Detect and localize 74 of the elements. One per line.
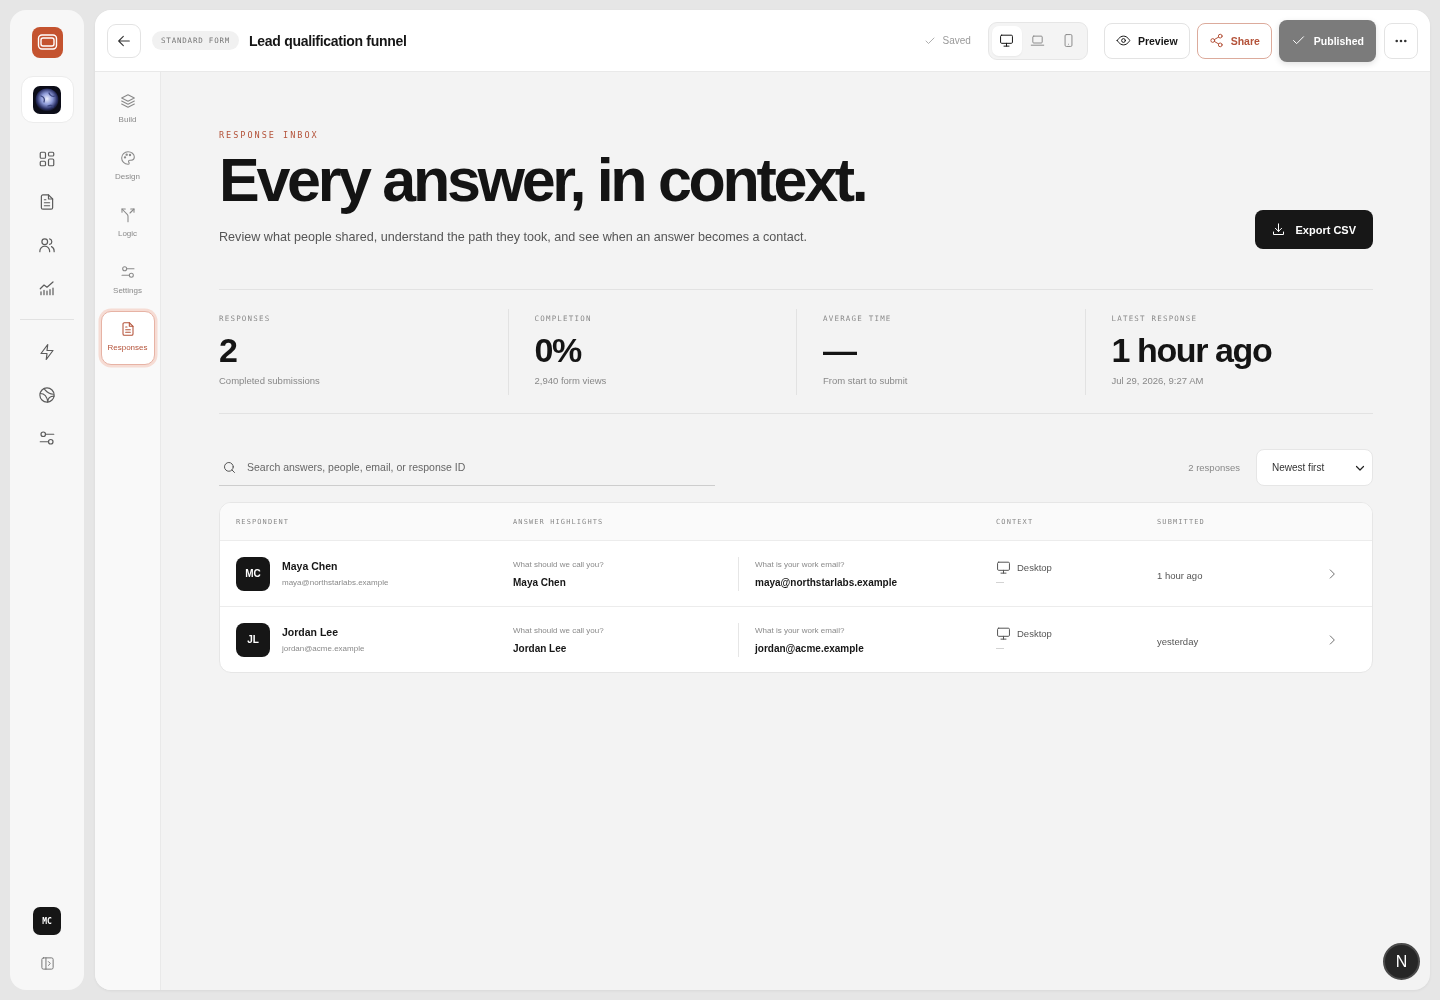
export-csv-button[interactable]: Export CSV (1255, 210, 1373, 249)
device-detail: — (996, 577, 1004, 587)
answer-text: Maya Chen (513, 575, 567, 589)
monitor-icon (996, 626, 1011, 641)
respondent-email: jordan@acme.example (282, 642, 365, 654)
question-label: What should we call you? (513, 624, 605, 636)
submitted-time: 1 hour ago (1157, 569, 1203, 581)
answer-text: jordan@acme.example (755, 641, 864, 655)
sidebar-toggle-icon[interactable] (39, 956, 55, 971)
question-label: What is your work email? (755, 558, 846, 570)
search-field[interactable]: Search answers, people, email, or response ID (219, 449, 715, 486)
respondent-email: maya@northstarlabs.example (282, 576, 389, 588)
stat-value: 2 (219, 331, 238, 369)
form-title: Lead qualification funnel (249, 32, 407, 49)
initials-avatar: JL (236, 622, 270, 657)
user-avatar[interactable]: MC (33, 907, 61, 935)
sliders-icon[interactable] (38, 429, 56, 447)
device-label: Desktop (1017, 562, 1052, 573)
question-label: What is your work email? (755, 624, 846, 636)
document-icon (119, 321, 136, 337)
monitor-icon (999, 33, 1015, 48)
back-button[interactable] (107, 23, 141, 58)
download-icon (1271, 222, 1287, 237)
search-icon (222, 460, 237, 475)
response-row[interactable]: MC Maya Chen maya@northstarlabs.example What should we call you? Maya Chen What is your work email? maya@northstarlabs.example Desktop — 1 hour ago (220, 541, 1372, 606)
more-icon (1395, 38, 1407, 43)
chart-icon[interactable] (38, 279, 56, 297)
response-count: 2 responses (1188, 462, 1240, 473)
stat-note: 2,940 form views (534, 374, 608, 388)
published-button[interactable]: Published (1278, 19, 1376, 62)
document-icon[interactable] (38, 193, 56, 211)
layers-icon (119, 93, 136, 109)
stat-value: — (823, 331, 858, 369)
planet-icon (33, 85, 61, 114)
stat-note: Jul 29, 2026, 9:27 AM (1111, 374, 1205, 388)
builder-nav-tab[interactable]: Design (100, 140, 155, 194)
save-status: Saved (942, 35, 971, 46)
device-label: Desktop (1017, 628, 1052, 639)
stat-value: 0% (534, 331, 583, 369)
response-row[interactable]: JL Jordan Lee jordan@acme.example What should we call you? Jordan Lee What is your work email? jordan@acme.example Desktop — yesterday (220, 606, 1372, 672)
stat-note: From start to submit (823, 374, 909, 388)
split-arrows-icon (119, 207, 136, 223)
stat-note: Completed submissions (219, 374, 321, 388)
share-button[interactable]: Share (1196, 22, 1272, 59)
grid-icon[interactable] (38, 150, 56, 168)
users-icon[interactable] (38, 236, 56, 254)
builder-nav-tab[interactable]: Logic (100, 197, 155, 251)
builder-nav-tab[interactable]: Settings (100, 254, 155, 308)
answer-text: Jordan Lee (513, 641, 568, 655)
page-subtitle: Review what people shared, understand the path they took, and see when an answer becomes a contact. (219, 229, 809, 246)
palette-icon (119, 150, 136, 166)
respondent-name: Jordan Lee (282, 625, 340, 639)
workspace-button[interactable] (20, 76, 74, 123)
stat-value: 1 hour ago (1111, 331, 1273, 369)
section-eyebrow: RESPONSE INBOX (219, 129, 320, 141)
preview-button[interactable]: Preview (1103, 22, 1190, 59)
share-icon (1208, 33, 1224, 48)
device-mode-button[interactable] (991, 25, 1022, 56)
question-label: What should we call you? (513, 558, 605, 570)
device-detail: — (996, 643, 1004, 653)
submitted-time: yesterday (1157, 635, 1199, 647)
logo-icon[interactable] (31, 27, 63, 58)
respondent-name: Maya Chen (282, 559, 339, 573)
sort-select[interactable]: Newest first (1256, 449, 1373, 486)
ball-icon[interactable] (38, 386, 56, 404)
monitor-icon (996, 560, 1011, 575)
answer-text: maya@northstarlabs.example (755, 575, 898, 589)
eye-icon (1115, 33, 1131, 48)
builder-nav-tab[interactable]: Responses (100, 311, 155, 365)
bolt-icon[interactable] (38, 343, 56, 361)
builder-nav-tab[interactable]: Build (100, 83, 155, 137)
laptop-icon (1030, 33, 1046, 48)
sliders-icon (119, 264, 136, 280)
initials-avatar: MC (236, 556, 270, 591)
